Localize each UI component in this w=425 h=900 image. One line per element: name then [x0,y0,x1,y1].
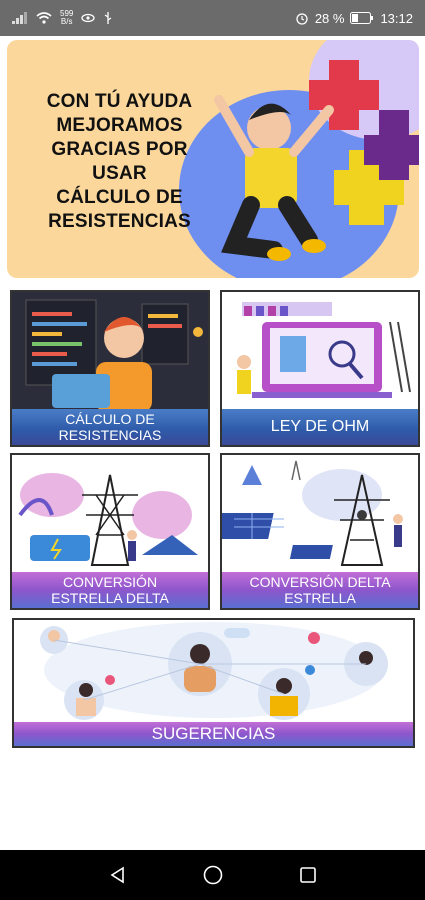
banner-illustration [179,40,419,278]
card-label: CONVERSIÓN DELTA ESTRELLA [222,572,418,608]
banner-message: CON TÚ AYUDA MEJORAMOS GRACIAS POR USAR … [46,91,193,232]
card-conversion-estrella-delta[interactable]: CONVERSIÓN ESTRELLA DELTA [10,453,210,610]
clock: 13:12 [380,10,413,26]
back-button[interactable] [98,855,138,895]
card-sugerencias[interactable]: SUGERENCIAS [12,618,415,748]
card-calculo-resistencias[interactable]: CÁLCULO DE RESISTENCIAS [10,290,210,447]
card-ley-de-ohm[interactable]: LEY DE OHM [220,290,420,447]
signal-icon [12,12,28,24]
back-icon [110,866,124,884]
power-tower-illustration [12,455,208,578]
recents-icon [299,867,316,883]
solar-tower-illustration [222,455,418,578]
net-speed: 599 B/s [60,9,74,26]
card-conversion-delta-estrella[interactable]: CONVERSIÓN DELTA ESTRELLA [220,453,420,610]
card-label: LEY DE OHM [222,409,418,445]
card-label: SUGERENCIAS [14,722,413,746]
system-navigation-bar [0,850,425,900]
battery-percent: 28 % [314,10,345,26]
banner-carousel[interactable]: CON TÚ AYUDA MEJORAMOS GRACIAS POR USAR … [7,40,419,278]
alarm-icon [295,11,309,25]
card-label: CÁLCULO DE RESISTENCIAS [12,409,208,445]
laptop-analytics-illustration [222,292,418,417]
home-button[interactable] [193,855,233,895]
battery-icon [350,12,374,24]
eye-icon [81,13,96,23]
card-label: CONVERSIÓN ESTRELLA DELTA [12,572,208,608]
wifi-icon [36,12,52,24]
recents-button[interactable] [288,855,328,895]
home-icon [203,865,222,885]
status-bar: 599 B/s 28 % 13:12 [0,0,425,36]
social-network-illustration [14,620,413,727]
programmer-illustration [12,292,208,417]
usb-icon [103,11,113,25]
